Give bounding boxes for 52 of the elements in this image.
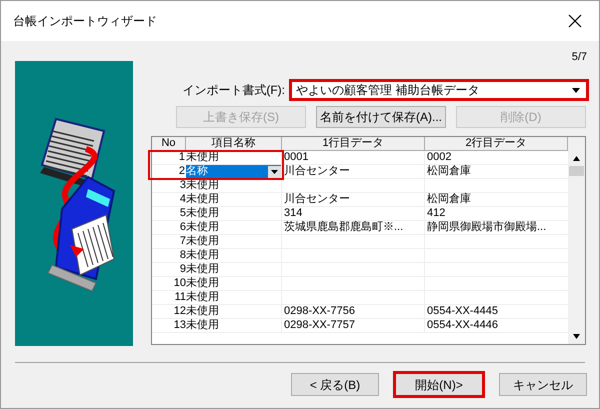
column-header[interactable]: No [152, 137, 186, 150]
table-cell: 314 [284, 207, 302, 220]
row-number: 2 [178, 165, 186, 178]
row-number: 7 [178, 235, 186, 248]
row-number: 12 [172, 305, 186, 318]
row-number: 10 [172, 277, 186, 290]
item-name-cell[interactable]: 未使用 [186, 221, 282, 234]
row-number: 13 [172, 319, 186, 332]
wizard-button[interactable]: キャンセル [499, 373, 587, 396]
table-cell: 0298-XX-7757 [284, 319, 355, 332]
table-cell: 412 [427, 207, 446, 220]
row-number: 1 [178, 151, 186, 164]
table-cell: 川合センター [284, 165, 350, 178]
row-number: 6 [178, 221, 186, 234]
wizard-button[interactable]: 開始(N)> [395, 373, 483, 396]
column-header[interactable]: 項目名称 [186, 137, 282, 150]
item-name-cell[interactable]: 未使用 [186, 207, 282, 220]
scrollbar[interactable] [568, 137, 585, 344]
step-counter: 5/7 [572, 50, 587, 61]
item-name-cell[interactable]: 未使用 [186, 305, 282, 318]
table-cell: 0001 [284, 151, 308, 164]
table-cell: 0002 [427, 151, 452, 164]
item-name-cell[interactable]: 未使用 [186, 319, 282, 332]
table-cell: 0554-XX-4446 [427, 319, 498, 332]
row-number: 3 [178, 179, 186, 192]
table-cell: 静岡県御殿場市御殿場... [427, 221, 546, 234]
import-format-label: インポート書式(F): [181, 82, 286, 99]
column-header[interactable]: 1行目データ [282, 137, 425, 150]
table-cell: 0298-XX-7756 [284, 305, 355, 318]
item-name-cell[interactable]: 未使用 [186, 235, 282, 248]
row-number: 11 [174, 291, 186, 304]
item-name-cell[interactable]: 未使用 [186, 249, 282, 262]
row-number: 4 [178, 193, 186, 206]
wizard-button[interactable]: < 戻る(B) [291, 373, 379, 396]
item-name-cell[interactable]: 未使用 [186, 263, 282, 276]
row-number: 8 [178, 249, 186, 262]
row-number: 5 [178, 207, 186, 220]
table-cell: 0554-XX-4445 [427, 305, 498, 318]
close-icon [568, 14, 582, 28]
row-number: 9 [178, 263, 186, 276]
format-action-button[interactable]: 名前を付けて保存(A)... [316, 106, 446, 128]
table-cell: 川合センター [284, 193, 350, 206]
table-cell: 松岡倉庫 [427, 165, 471, 178]
table-cell: 茨城県鹿島郡鹿島町※... [284, 221, 404, 234]
item-name-cell[interactable]: 未使用 [186, 291, 282, 304]
window-title: 台帳インポートウィザード [13, 13, 157, 30]
item-name-dropdown[interactable]: 名称 [186, 165, 282, 178]
scroll-thumb[interactable] [569, 166, 584, 176]
item-name-cell[interactable]: 未使用 [186, 193, 282, 206]
table-cell: 松岡倉庫 [427, 193, 471, 206]
import-format-dropdown[interactable]: やよいの顧客管理 補助台帳データ [291, 81, 587, 99]
item-name-cell[interactable]: 未使用 [186, 277, 282, 290]
